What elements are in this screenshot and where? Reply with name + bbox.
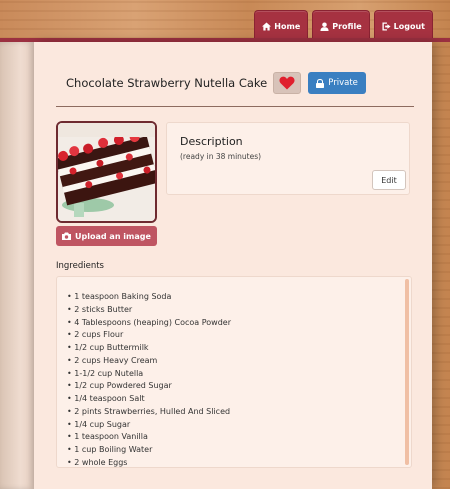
recipe-page: Chocolate Strawberry Nutella Cake Privat… xyxy=(34,42,432,489)
upload-label: Upload an image xyxy=(75,231,151,241)
ingredients-scrollbar[interactable] xyxy=(405,279,409,465)
upload-image-button[interactable]: Upload an image xyxy=(56,226,157,246)
ingredient-item: 1-1/2 cup Nutella xyxy=(67,368,231,381)
ingredient-item: 1/4 teaspoon Salt xyxy=(67,393,231,406)
private-label: Private xyxy=(328,78,358,88)
ingredients-box: 1 teaspoon Baking Soda2 sticks Butter4 T… xyxy=(56,276,412,468)
private-button[interactable]: Private xyxy=(308,72,366,94)
top-bar: Home Profile Logout xyxy=(0,0,450,42)
ingredient-item: 2 cups Flour xyxy=(67,329,231,342)
ingredient-item: 1 cup Boiling Water xyxy=(67,444,231,457)
heart-icon xyxy=(279,76,295,90)
ready-time: (ready in 38 minutes) xyxy=(180,152,262,161)
camera-icon xyxy=(62,232,72,240)
cake-image xyxy=(58,123,155,221)
ingredients-list: 1 teaspoon Baking Soda2 sticks Butter4 T… xyxy=(67,291,231,467)
user-icon xyxy=(320,22,329,31)
ingredient-item: 1 teaspoon Baking Soda xyxy=(67,291,231,304)
ingredient-item: 2 whole Eggs xyxy=(67,457,231,467)
nav-profile-label: Profile xyxy=(332,22,362,31)
ingredient-item: 1/2 cup Buttermilk xyxy=(67,342,231,355)
edit-button[interactable]: Edit xyxy=(372,170,406,190)
ingredient-item: 2 sticks Butter xyxy=(67,304,231,317)
home-icon xyxy=(262,22,272,31)
title-row: Chocolate Strawberry Nutella Cake Privat… xyxy=(66,72,366,94)
favorite-button[interactable] xyxy=(273,72,302,94)
recipe-title: Chocolate Strawberry Nutella Cake xyxy=(66,76,268,90)
recipe-photo xyxy=(56,121,157,223)
ingredients-label: Ingredients xyxy=(56,261,104,271)
title-divider xyxy=(56,106,414,107)
ingredient-item: 1/2 cup Powdered Sugar xyxy=(67,380,231,393)
nav-logout-label: Logout xyxy=(393,22,425,31)
ingredient-item: 4 Tablespoons (heaping) Cocoa Powder xyxy=(67,317,231,330)
ingredient-item: 2 cups Heavy Cream xyxy=(67,355,231,368)
ingredient-item: 2 pints Strawberries, Hulled And Sliced xyxy=(67,406,231,419)
logout-icon xyxy=(382,22,391,31)
description-title: Description xyxy=(180,135,243,148)
ingredient-item: 1/4 cup Sugar xyxy=(67,419,231,432)
nav-home-label: Home xyxy=(274,22,301,31)
book-spine xyxy=(0,42,34,489)
description-box: Description (ready in 38 minutes) Edit xyxy=(166,122,410,195)
ingredient-item: 1 teaspoon Vanilla xyxy=(67,431,231,444)
lock-icon xyxy=(316,78,325,88)
